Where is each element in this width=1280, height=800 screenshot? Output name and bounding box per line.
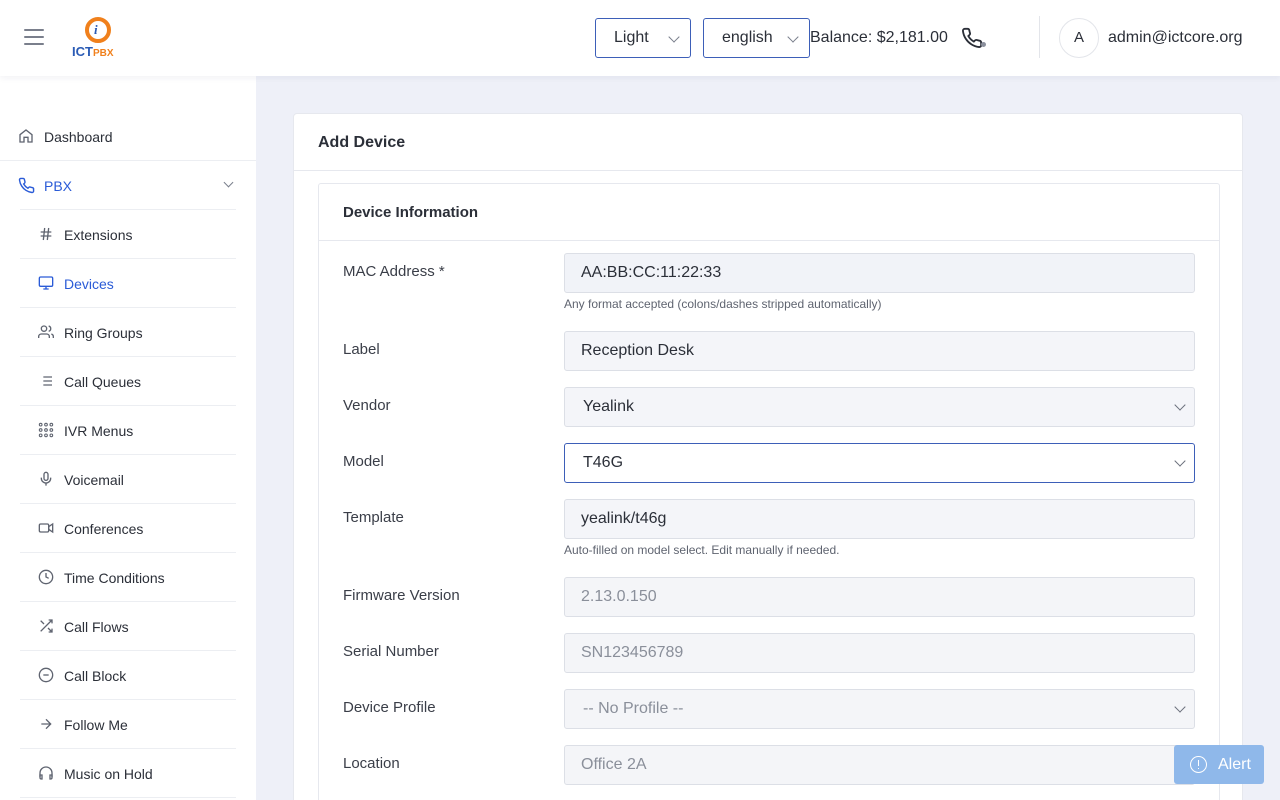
sidebar-item-music-on-hold[interactable]: Music on Hold bbox=[20, 749, 236, 798]
language-select-value: english bbox=[722, 29, 773, 46]
mac-address-input[interactable]: AA:BB:CC:11:22:33 bbox=[564, 253, 1195, 293]
theme-select[interactable]: Light bbox=[595, 18, 691, 58]
sidebar-item-label: Call Queues bbox=[64, 374, 142, 390]
hash-icon bbox=[38, 226, 54, 242]
device-profile-select-value: -- No Profile -- bbox=[583, 700, 684, 717]
template-input[interactable]: yealink/t46g bbox=[564, 499, 1195, 539]
sidebar-item-label: Devices bbox=[64, 276, 114, 292]
chevron-down-icon bbox=[1174, 399, 1186, 411]
sidebar-item-call-queues[interactable]: Call Queues bbox=[20, 357, 236, 406]
phone-icon bbox=[18, 177, 35, 194]
alert-button[interactable]: Alert bbox=[1174, 745, 1264, 784]
location-label: Location bbox=[343, 755, 400, 772]
sidebar-item-label: PBX bbox=[44, 178, 73, 194]
firmware-version-input[interactable]: 2.13.0.150 bbox=[564, 577, 1195, 617]
arrow-right-icon bbox=[38, 716, 54, 732]
sidebar-item-label: Call Flows bbox=[64, 619, 129, 635]
sidebar-item-label: Extensions bbox=[64, 227, 133, 243]
grid-icon bbox=[38, 422, 54, 438]
vendor-select[interactable]: Yealink bbox=[564, 387, 1195, 427]
page-title: Add Device bbox=[318, 134, 406, 151]
sidebar-item-pbx[interactable]: PBX bbox=[0, 161, 256, 210]
sidebar-item-follow-me[interactable]: Follow Me bbox=[20, 700, 236, 749]
sidebar-item-conferences[interactable]: Conferences bbox=[20, 504, 236, 553]
mac-address-hint: Any format accepted (colons/dashes strip… bbox=[564, 297, 882, 311]
chevron-down-icon bbox=[1174, 455, 1186, 467]
label-label: Label bbox=[343, 341, 380, 358]
home-icon bbox=[18, 128, 34, 144]
sidebar-item-call-flows[interactable]: Call Flows bbox=[20, 602, 236, 651]
sidebar-item-ring-groups[interactable]: Ring Groups bbox=[20, 308, 236, 357]
sidebar-item-label: IVR Menus bbox=[64, 423, 134, 439]
vendor-label: Vendor bbox=[343, 397, 391, 414]
sidebar-item-voicemail[interactable]: Voicemail bbox=[20, 455, 236, 504]
list-icon bbox=[38, 373, 54, 389]
firmware-version-label: Firmware Version bbox=[343, 587, 460, 604]
user-email[interactable]: admin@ictcore.org bbox=[1108, 29, 1243, 47]
add-device-card: Add Device Device Information MAC Addres… bbox=[293, 113, 1243, 800]
chevron-down-icon bbox=[1174, 701, 1186, 713]
sidebar-item-dashboard[interactable]: Dashboard bbox=[0, 112, 256, 161]
phone-status-icon[interactable] bbox=[960, 27, 988, 51]
vendor-select-value: Yealink bbox=[583, 398, 635, 415]
minus-circle-icon bbox=[38, 667, 54, 683]
sidebar-item-time-conditions[interactable]: Time Conditions bbox=[20, 553, 236, 602]
device-profile-label: Device Profile bbox=[343, 699, 436, 716]
device-information-section: Device Information MAC Address * AA:BB:C… bbox=[318, 183, 1220, 800]
sidebar-item-extensions[interactable]: Extensions bbox=[20, 210, 236, 259]
alert-circle-icon bbox=[1190, 756, 1207, 773]
language-select[interactable]: english bbox=[703, 18, 810, 58]
avatar[interactable]: A bbox=[1059, 18, 1099, 58]
sidebar-item-ivr-menus[interactable]: IVR Menus bbox=[20, 406, 236, 455]
shuffle-icon bbox=[38, 618, 54, 634]
location-input[interactable]: Office 2A bbox=[564, 745, 1195, 785]
mic-icon bbox=[38, 471, 54, 487]
app-logo[interactable]: i ICTPBX bbox=[72, 17, 126, 61]
sidebar-item-label: Voicemail bbox=[64, 472, 124, 488]
device-profile-select[interactable]: -- No Profile -- bbox=[564, 689, 1195, 729]
sidebar-item-label: Conferences bbox=[64, 521, 144, 537]
chevron-down-icon bbox=[668, 31, 680, 43]
monitor-icon bbox=[38, 275, 54, 291]
model-select-value: T46G bbox=[583, 454, 624, 471]
menu-toggle-icon[interactable] bbox=[24, 29, 44, 45]
sidebar: Dashboard PBX Extensions Devices Ring Gr… bbox=[0, 76, 256, 800]
serial-number-label: Serial Number bbox=[343, 643, 439, 660]
top-header: i ICTPBX Light english Balance: $2,181.0… bbox=[0, 0, 1280, 76]
sidebar-item-label: Ring Groups bbox=[64, 325, 143, 341]
clock-icon bbox=[38, 569, 54, 585]
serial-number-input[interactable]: SN123456789 bbox=[564, 633, 1195, 673]
headphones-icon bbox=[38, 765, 54, 781]
sidebar-item-label: Time Conditions bbox=[64, 570, 165, 586]
sidebar-item-call-block[interactable]: Call Block bbox=[20, 651, 236, 700]
theme-select-value: Light bbox=[614, 29, 649, 46]
sidebar-item-devices[interactable]: Devices bbox=[20, 259, 236, 308]
balance-display: Balance: $2,181.00 bbox=[810, 29, 948, 46]
model-label: Model bbox=[343, 453, 384, 470]
sidebar-item-label: Follow Me bbox=[64, 717, 128, 733]
sidebar-item-label: Dashboard bbox=[44, 129, 113, 145]
sidebar-item-label: Call Block bbox=[64, 668, 127, 684]
alert-button-label: Alert bbox=[1218, 756, 1251, 773]
chevron-down-icon bbox=[787, 31, 799, 43]
section-title: Device Information bbox=[343, 204, 479, 221]
model-select[interactable]: T46G bbox=[564, 443, 1195, 483]
header-divider bbox=[1039, 16, 1040, 58]
template-hint: Auto-filled on model select. Edit manual… bbox=[564, 543, 840, 557]
template-label: Template bbox=[343, 509, 404, 526]
label-input[interactable]: Reception Desk bbox=[564, 331, 1195, 371]
users-icon bbox=[38, 324, 54, 340]
sidebar-item-label: Music on Hold bbox=[64, 766, 153, 782]
chevron-down-icon bbox=[223, 177, 234, 188]
mac-address-label: MAC Address * bbox=[343, 263, 445, 280]
video-icon bbox=[38, 520, 54, 536]
